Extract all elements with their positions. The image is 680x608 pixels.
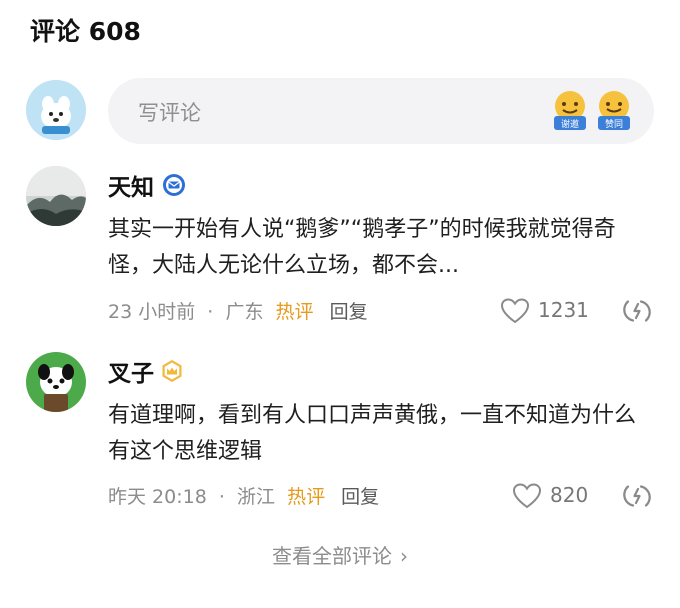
meta-separator: · bbox=[201, 301, 220, 323]
hot-comment-badge: 热评 bbox=[275, 301, 314, 323]
meta-separator: · bbox=[212, 486, 231, 508]
agree-emoji-label: 赞同 bbox=[605, 118, 623, 130]
comment-text: 其实一开始有人说“鹅爹”“鹅孝子”的时候我就觉得奇怪，大陆人无论什么立场，都不会… bbox=[108, 217, 616, 278]
comment-time: 昨天 20:18 bbox=[108, 486, 207, 508]
comment-placeholder: 写评论 bbox=[138, 101, 201, 125]
hot-comment-badge: 热评 bbox=[287, 486, 326, 508]
avatar[interactable] bbox=[26, 352, 86, 412]
reply-button[interactable]: 回复 bbox=[330, 297, 368, 324]
username[interactable]: 天知 bbox=[108, 168, 154, 202]
heart-outline-icon bbox=[500, 298, 530, 324]
verified-blue-icon bbox=[162, 173, 186, 197]
list-item: 叉子 有道理啊，看到有人口口声声黄俄，一直不知道为什么有这个思维逻辑 昨天 20… bbox=[26, 350, 656, 512]
agree-emoji-button[interactable]: 赞同 bbox=[596, 88, 632, 132]
comment-location: 广东 bbox=[225, 301, 264, 323]
comments-panel: 评论 608 写评论 谢邀 赞同 天知 其实一开始有人说“鹅爹”“鹅孝子”的时候… bbox=[0, 0, 680, 608]
chevron-right-icon: › bbox=[400, 544, 408, 568]
comment-text: 有道理啊，看到有人口口声声黄俄，一直不知道为什么有这个思维逻辑 bbox=[108, 403, 637, 464]
share-icon[interactable] bbox=[622, 481, 652, 511]
list-item: 天知 其实一开始有人说“鹅爹”“鹅孝子”的时候我就觉得奇怪，大陆人无论什么立场，… bbox=[26, 164, 656, 334]
thanks-emoji-button[interactable]: 谢邀 bbox=[552, 88, 588, 132]
comment-location: 浙江 bbox=[237, 486, 276, 508]
view-all-comments-link[interactable]: 查看全部评论 › bbox=[0, 540, 680, 572]
heart-outline-icon bbox=[512, 483, 542, 509]
username[interactable]: 叉子 bbox=[108, 354, 154, 388]
reply-button[interactable]: 回复 bbox=[341, 482, 379, 509]
share-icon[interactable] bbox=[622, 296, 652, 326]
like-count: 820 bbox=[550, 483, 589, 507]
avatar[interactable] bbox=[26, 80, 86, 140]
crown-badge-icon bbox=[160, 359, 184, 383]
view-all-label: 查看全部评论 bbox=[272, 544, 392, 568]
like-count: 1231 bbox=[538, 298, 589, 322]
comment-time: 23 小时前 bbox=[108, 301, 196, 323]
page-title: 评论 608 bbox=[30, 17, 141, 46]
comment-meta: 昨天 20:18 · 浙江 热评 回复 bbox=[108, 482, 379, 510]
thanks-emoji-label: 谢邀 bbox=[561, 118, 579, 130]
comment-input[interactable]: 写评论 谢邀 赞同 bbox=[108, 78, 654, 144]
comment-meta: 23 小时前 · 广东 热评 回复 bbox=[108, 297, 368, 325]
avatar[interactable] bbox=[26, 166, 86, 226]
comment-composer: 写评论 谢邀 赞同 bbox=[26, 78, 656, 144]
